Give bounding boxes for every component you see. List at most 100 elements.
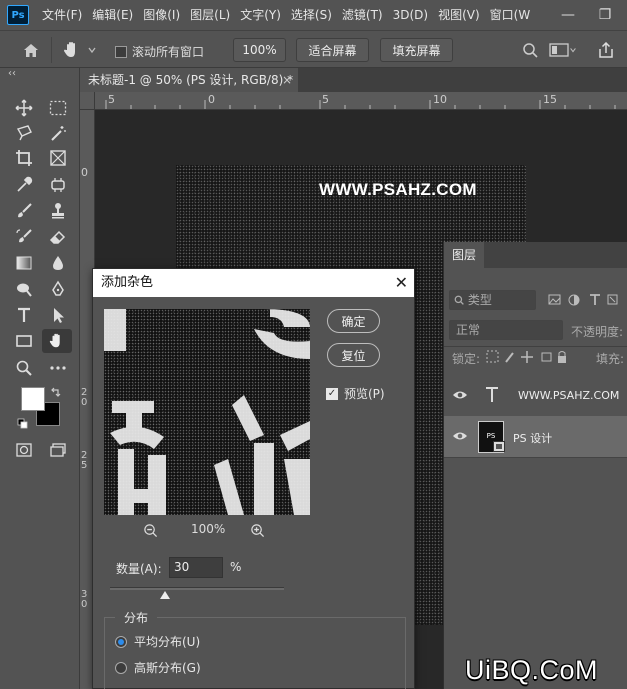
frame-tool[interactable] — [43, 146, 73, 170]
magic-wand-tool[interactable] — [43, 121, 73, 145]
amount-input[interactable]: 30 — [169, 557, 223, 578]
filter-preview[interactable] — [104, 309, 310, 515]
collapse-toolbar-button[interactable]: ‹‹ — [8, 68, 16, 79]
menu-window[interactable]: 窗口(W — [485, 0, 536, 30]
menu-filter[interactable]: 滤镜(T) — [337, 0, 388, 30]
workspace-button[interactable] — [549, 39, 577, 61]
ruler-label: 5 — [322, 93, 329, 106]
scroll-all-windows-checkbox[interactable]: 滚动所有窗口 — [115, 43, 204, 60]
fit-screen-button[interactable]: 适合屏幕 — [296, 38, 369, 62]
ruler-label: 10 — [433, 93, 447, 106]
ruler-origin[interactable] — [80, 92, 95, 110]
tool-preset-picker[interactable] — [62, 39, 104, 61]
search-button[interactable] — [519, 39, 541, 61]
share-button[interactable] — [595, 39, 617, 61]
edit-toolbar-button[interactable] — [43, 356, 73, 380]
layer-row-text[interactable]: WWW.PSAHZ.COM — [444, 375, 627, 417]
type-tool[interactable] — [9, 303, 39, 327]
screen-mode-button[interactable] — [43, 438, 73, 462]
checkbox-checked[interactable]: ✓ — [326, 387, 338, 400]
preview-glyphs — [104, 309, 310, 515]
menu-file[interactable]: 文件(F) — [37, 0, 87, 30]
zoom-out-icon[interactable] — [143, 523, 158, 538]
zoom-in-icon[interactable] — [250, 523, 265, 538]
default-colors-icon[interactable] — [17, 418, 29, 430]
menu-image[interactable]: 图像(I) — [138, 0, 185, 30]
checkbox-box[interactable] — [115, 45, 127, 58]
distribution-legend: 分布 — [115, 609, 158, 626]
ruler-label: 0 — [81, 166, 88, 179]
pen-tool[interactable] — [43, 277, 73, 301]
menu-edit[interactable]: 编辑(E) — [87, 0, 138, 30]
uniform-radio[interactable]: 平均分布(U) — [115, 633, 200, 650]
fill-screen-button[interactable]: 填充屏幕 — [380, 38, 453, 62]
blur-tool[interactable] — [43, 251, 73, 275]
stamp-icon — [52, 203, 64, 219]
minimize-button[interactable]: — — [553, 0, 583, 30]
radio-button[interactable] — [115, 635, 127, 648]
ruler-label: 2 5 — [81, 450, 88, 471]
history-brush-tool[interactable] — [9, 225, 39, 249]
canvas-text-watermark: WWW.PSAHZ.COM — [319, 180, 477, 199]
foreground-color-swatch[interactable] — [21, 387, 45, 411]
dialog-close-button[interactable]: ✕ — [395, 269, 408, 297]
rectangle-tool[interactable] — [9, 329, 39, 353]
menu-3d[interactable]: 3D(D) — [388, 0, 433, 30]
lock-label: 锁定: — [452, 352, 481, 366]
blend-mode-select[interactable]: 正常 — [449, 320, 563, 340]
crop-tool[interactable] — [9, 146, 39, 170]
rectangle-icon — [16, 335, 32, 347]
amount-slider-track[interactable] — [110, 587, 284, 590]
dodge-tool[interactable] — [9, 277, 39, 301]
document-tab[interactable]: 未标题-1 @ 50% (PS 设计, RGB/8) * × — [80, 68, 298, 92]
lasso-tool[interactable] — [9, 121, 39, 145]
screen-mode-icon — [50, 443, 66, 457]
horizontal-ruler[interactable]: 5 0 5 10 15 — [95, 92, 627, 110]
zoom-100-button[interactable]: 100% — [233, 38, 286, 62]
tab-layers[interactable]: 图层 — [444, 242, 484, 268]
preview-checkbox[interactable]: ✓ 预览(P) — [326, 385, 385, 402]
clone-stamp-tool[interactable] — [43, 199, 73, 223]
menu-select[interactable]: 选择(S) — [286, 0, 337, 30]
radio-button[interactable] — [115, 661, 127, 674]
zoom-tool[interactable] — [9, 356, 39, 380]
hand-tool[interactable] — [42, 329, 72, 353]
menu-layer[interactable]: 图层(L) — [185, 0, 235, 30]
path-selection-tool[interactable] — [43, 303, 73, 327]
eye-icon[interactable] — [452, 389, 468, 401]
eye-icon[interactable] — [452, 430, 468, 442]
quick-mask-button[interactable] — [9, 438, 39, 462]
brush-tool[interactable] — [9, 199, 39, 223]
history-brush-icon — [16, 229, 32, 243]
move-tool[interactable] — [9, 96, 39, 120]
menu-type[interactable]: 文字(Y) — [235, 0, 286, 30]
search-icon — [454, 295, 464, 305]
eraser-tool[interactable] — [43, 225, 73, 249]
spot-healing-tool[interactable] — [43, 173, 73, 197]
eyedropper-tool[interactable] — [9, 173, 39, 197]
document-tab-bar: 未标题-1 @ 50% (PS 设计, RGB/8) * × — [80, 68, 627, 92]
menu-view[interactable]: 视图(V) — [433, 0, 485, 30]
filter-type-icons[interactable] — [548, 293, 626, 307]
ok-button[interactable]: 确定 — [327, 309, 380, 333]
dialog-title-bar[interactable]: 添加杂色 ✕ — [93, 269, 414, 297]
lock-icons[interactable] — [486, 350, 568, 364]
gaussian-radio[interactable]: 高斯分布(G) — [115, 659, 201, 676]
home-button[interactable] — [10, 37, 52, 63]
reset-button[interactable]: 复位 — [327, 343, 380, 367]
chevron-down-icon — [570, 48, 576, 53]
gradient-tool[interactable] — [9, 251, 39, 275]
marquee-tool[interactable] — [43, 96, 73, 120]
restore-button[interactable]: ❐ — [590, 0, 620, 30]
ruler-label: 0 — [208, 93, 215, 106]
rect-marquee-icon — [49, 100, 67, 116]
chevron-down-icon — [88, 47, 96, 54]
layer-row-smart[interactable]: PS PS 设计 — [444, 416, 627, 458]
scroll-all-windows-label: 滚动所有窗口 — [132, 45, 205, 59]
layer-filter-select[interactable]: 类型 — [449, 290, 536, 310]
swap-colors-icon[interactable] — [50, 386, 62, 398]
brush-icon — [18, 203, 32, 218]
close-tab-button[interactable]: × — [282, 68, 292, 92]
amount-slider-thumb[interactable] — [160, 591, 170, 599]
preview-zoom-value: 100% — [191, 522, 226, 536]
